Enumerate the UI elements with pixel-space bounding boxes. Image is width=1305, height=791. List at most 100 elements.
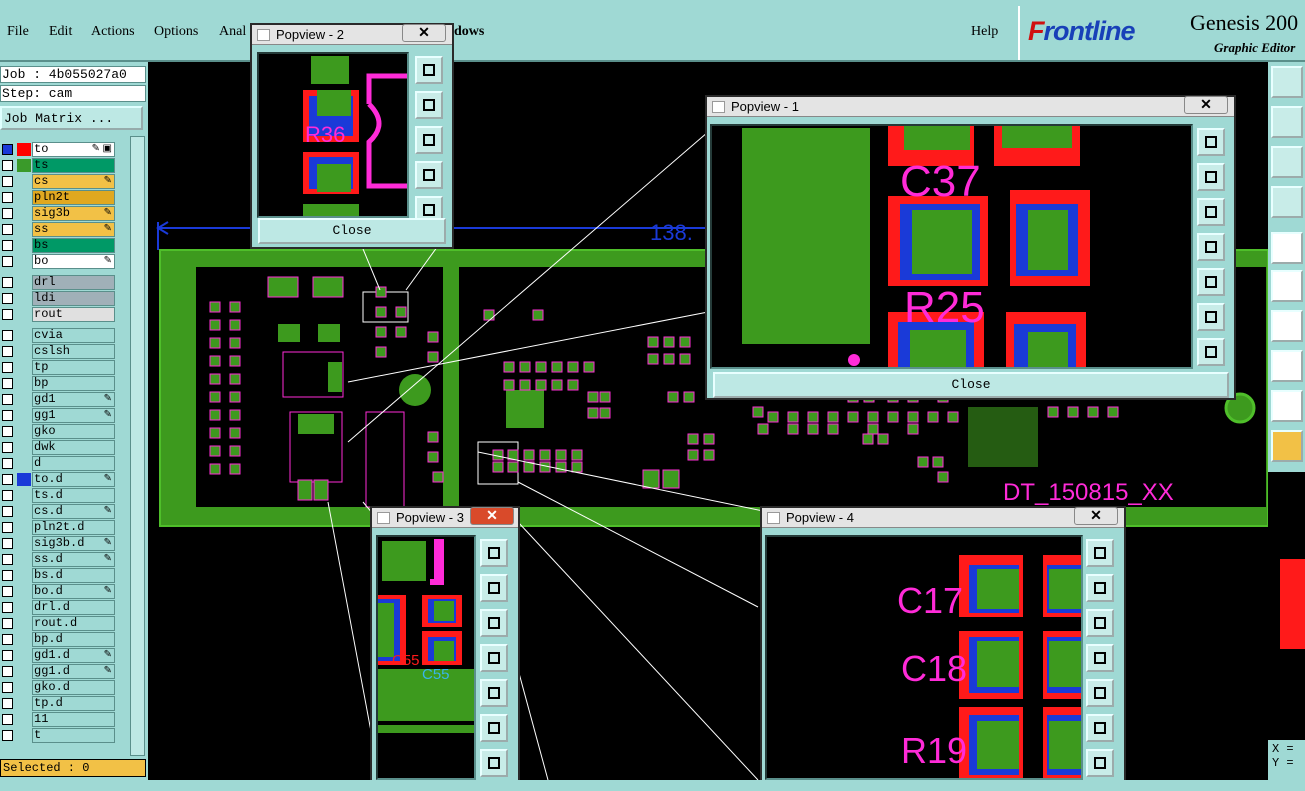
pan-down-icon[interactable] [1086,609,1114,637]
layer-checkbox[interactable] [2,410,13,421]
pan-left-icon[interactable] [1197,233,1225,261]
layer-row[interactable]: cslsh [0,344,118,359]
zoom-fit-icon[interactable] [1271,146,1303,178]
layer-checkbox[interactable] [2,586,13,597]
pan-down-icon[interactable] [1197,198,1225,226]
menu-analysis[interactable]: Anal [219,24,246,40]
layer-row[interactable]: bs [0,238,118,253]
layer-row[interactable]: cs.d ✎ [0,504,118,519]
pan-up-icon[interactable] [415,91,443,119]
layer-row[interactable]: drl.d [0,600,118,615]
pan-left-icon[interactable] [415,161,443,189]
layer-row[interactable]: sig3b ✎ [0,206,118,221]
layer-row[interactable]: tp [0,360,118,375]
layer-row[interactable]: dwk [0,440,118,455]
layer-row[interactable]: cvia [0,328,118,343]
layer-row[interactable]: gko [0,424,118,439]
layer-checkbox[interactable] [2,714,13,725]
layer-row[interactable]: sig3b.d ✎ [0,536,118,551]
zoom-home-icon[interactable] [480,539,508,567]
layer-checkbox[interactable] [2,474,13,485]
layer-checkbox[interactable] [2,256,13,267]
menu-windows[interactable]: dows [454,24,484,40]
layer-checkbox[interactable] [2,426,13,437]
popview-1-viewport[interactable]: C37 R25 [710,124,1193,369]
layer-row[interactable]: bp.d [0,632,118,647]
layer-checkbox[interactable] [2,277,13,288]
popview-3-titlebar[interactable]: Popview - 3 ✕ [372,507,518,528]
layer-row[interactable]: tp.d [0,696,118,711]
pan-left-icon[interactable] [1086,644,1114,672]
angle-icon[interactable] [1271,310,1303,342]
layer-row[interactable]: bp [0,376,118,391]
zoom-home-icon[interactable] [1197,128,1225,156]
layer-checkbox[interactable] [2,506,13,517]
layer-checkbox[interactable] [2,570,13,581]
menu-file[interactable]: File [7,24,29,40]
layer-checkbox[interactable] [2,730,13,741]
pan-up-icon[interactable] [1197,163,1225,191]
popview-2-viewport[interactable]: R36 [257,52,409,218]
close-icon[interactable]: ✕ [470,507,514,525]
menu-options[interactable]: Options [154,24,198,40]
pan-down-icon[interactable] [415,126,443,154]
layer-checkbox[interactable] [2,144,13,155]
layer-checkbox[interactable] [2,634,13,645]
pointer-icon[interactable] [1271,430,1303,462]
snap-icon[interactable] [1271,232,1303,264]
layer-row[interactable]: ts [0,158,118,173]
layer-checkbox[interactable] [2,682,13,693]
layer-checkbox[interactable] [2,346,13,357]
layer-row[interactable]: bo.d ✎ [0,584,118,599]
layer-row[interactable]: bs.d [0,568,118,583]
layer-checkbox[interactable] [2,208,13,219]
zoom-out-icon[interactable] [480,749,508,777]
pan-right-icon[interactable] [480,679,508,707]
popview-2-titlebar[interactable]: Popview - 2 ✕ [252,24,452,45]
warning-icon[interactable] [1271,390,1303,422]
layer-checkbox[interactable] [2,618,13,629]
close-icon[interactable]: ✕ [1184,96,1228,114]
layer-row[interactable]: ss.d ✎ [0,552,118,567]
layer-checkbox[interactable] [2,309,13,320]
popview-2-close-button[interactable]: Close [258,218,446,244]
layer-checkbox[interactable] [2,650,13,661]
pan-down-icon[interactable] [480,609,508,637]
layer-row[interactable]: gko.d [0,680,118,695]
layer-row[interactable]: gd1.d ✎ [0,648,118,663]
pan-left-icon[interactable] [480,644,508,672]
layer-checkbox[interactable] [2,192,13,203]
layer-checkbox[interactable] [2,458,13,469]
layer-checkbox[interactable] [2,240,13,251]
layer-checkbox[interactable] [2,293,13,304]
layer-checkbox[interactable] [2,362,13,373]
zoom-in-icon[interactable] [480,714,508,742]
layer-row[interactable]: gg1.d ✎ [0,664,118,679]
layer-row[interactable]: pln2t.d [0,520,118,535]
layer-row[interactable]: to.d ✎ [0,472,118,487]
mini-map[interactable] [1268,472,1305,740]
layer-checkbox[interactable] [2,176,13,187]
menu-help[interactable]: Help [971,24,998,40]
layer-row[interactable]: rout [0,307,118,322]
layer-row[interactable]: gg1 ✎ [0,408,118,423]
layer-checkbox[interactable] [2,442,13,453]
layer-checkbox[interactable] [2,522,13,533]
menu-edit[interactable]: Edit [49,24,72,40]
layer-row[interactable]: bo ✎ [0,254,118,269]
layer-row[interactable]: 11 [0,712,118,727]
job-matrix-button[interactable]: Job Matrix ... [0,106,143,130]
layer-row[interactable]: rout.d [0,616,118,631]
popview-4-viewport[interactable]: C17 C18 R19 [765,535,1083,780]
layer-checkbox[interactable] [2,602,13,613]
popview-1-close-button[interactable]: Close [713,372,1229,398]
layer-row[interactable]: pln2t [0,190,118,205]
home-view-icon[interactable] [1271,66,1303,98]
popview-4-titlebar[interactable]: Popview - 4 ✕ [762,507,1124,528]
layer-row[interactable]: drl [0,275,118,290]
layer-scrollbar[interactable] [130,136,145,756]
layer-row[interactable]: d [0,456,118,471]
layer-checkbox[interactable] [2,698,13,709]
layer-row[interactable]: ts.d [0,488,118,503]
close-icon[interactable]: ✕ [1074,507,1118,525]
